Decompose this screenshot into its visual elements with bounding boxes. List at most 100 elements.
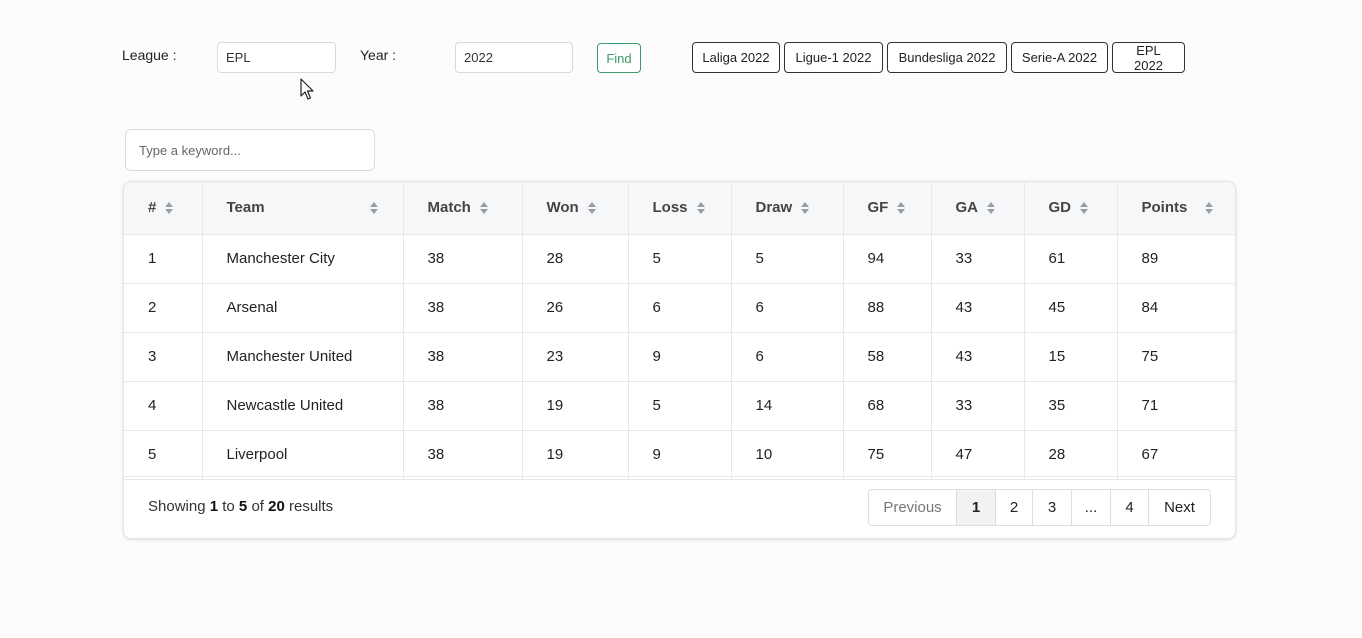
rank-cell: 4 <box>124 381 203 431</box>
column-header-label: Match <box>427 199 471 217</box>
to-word: to <box>222 498 235 515</box>
gf-cell: 68 <box>843 381 932 431</box>
gf-cell: 75 <box>843 430 932 480</box>
rank-cell: 3 <box>124 332 203 382</box>
sort-icon <box>696 201 705 214</box>
table-row[interactable]: 5 Liverpool 38 19 9 10 75 47 28 67 <box>124 430 1235 480</box>
year-input[interactable] <box>455 42 573 73</box>
loss-cell: 5 <box>628 234 732 284</box>
points-cell: 71 <box>1117 381 1235 431</box>
column-header-draw[interactable]: Draw <box>731 182 844 235</box>
sort-icon <box>801 201 810 214</box>
sort-icon <box>369 202 378 214</box>
match-cell: 38 <box>403 381 523 431</box>
table-header-row: # Team Match Won Loss Draw GF GA GD Poin… <box>124 182 1235 235</box>
gd-cell: 15 <box>1024 332 1118 382</box>
draw-cell: 6 <box>731 283 844 333</box>
loss-cell: 6 <box>628 283 732 333</box>
draw-cell: 5 <box>731 234 844 284</box>
column-header-loss[interactable]: Loss <box>628 182 732 235</box>
match-cell: 38 <box>403 430 523 480</box>
ga-cell: 43 <box>931 332 1025 382</box>
results-summary: Showing 1 to 5 of 20 results <box>148 498 333 515</box>
page-1-button[interactable]: 1 <box>957 490 996 525</box>
league-input[interactable] <box>217 42 336 73</box>
find-button[interactable]: Find <box>597 43 641 73</box>
table-row[interactable]: 3 Manchester United 38 23 9 6 58 43 15 7… <box>124 332 1235 382</box>
column-header-won[interactable]: Won <box>522 182 629 235</box>
won-cell: 19 <box>522 381 629 431</box>
results-from: 1 <box>209 498 219 515</box>
won-cell: 19 <box>522 430 629 480</box>
column-header-label: Points <box>1141 199 1188 217</box>
draw-cell: 14 <box>731 381 844 431</box>
gf-cell: 58 <box>843 332 932 382</box>
gd-cell: 61 <box>1024 234 1118 284</box>
team-cell: Manchester United <box>202 332 404 382</box>
year-label: Year : <box>360 47 397 63</box>
team-cell: Arsenal <box>202 283 404 333</box>
won-cell: 23 <box>522 332 629 382</box>
loss-cell: 9 <box>628 430 732 480</box>
results-suffix: results <box>288 498 334 515</box>
page-4-button[interactable]: 4 <box>1111 490 1149 525</box>
sort-icon <box>897 201 906 214</box>
preset-seriea-2022-button[interactable]: Serie-A 2022 <box>1011 42 1108 73</box>
team-cell: Manchester City <box>202 234 404 284</box>
ga-cell: 43 <box>931 283 1025 333</box>
column-header-label: Won <box>546 199 579 217</box>
match-cell: 38 <box>403 234 523 284</box>
points-cell: 67 <box>1117 430 1235 480</box>
preset-epl-2022-button[interactable]: EPL 2022 <box>1112 42 1185 73</box>
standings-table: # Team Match Won Loss Draw GF GA GD Poin… <box>124 182 1235 480</box>
sort-icon <box>165 201 174 214</box>
sort-icon <box>479 201 488 214</box>
results-to: 5 <box>238 498 248 515</box>
page-2-button[interactable]: 2 <box>996 490 1033 525</box>
table-row[interactable]: 4 Newcastle United 38 19 5 14 68 33 35 7… <box>124 381 1235 431</box>
team-cell: Newcastle United <box>202 381 404 431</box>
next-page-button[interactable]: Next <box>1149 490 1210 525</box>
preset-laliga-2022-button[interactable]: Laliga 2022 <box>692 42 780 73</box>
match-cell: 38 <box>403 332 523 382</box>
column-header-gf[interactable]: GF <box>843 182 932 235</box>
column-header-gd[interactable]: GD <box>1024 182 1118 235</box>
page-3-button[interactable]: 3 <box>1033 490 1072 525</box>
keyword-search-input[interactable] <box>125 129 375 171</box>
loss-cell: 5 <box>628 381 732 431</box>
gf-cell: 88 <box>843 283 932 333</box>
preset-ligue1-2022-button[interactable]: Ligue-1 2022 <box>784 42 883 73</box>
column-header-label: # <box>148 199 157 217</box>
sort-icon <box>587 201 596 214</box>
points-cell: 89 <box>1117 234 1235 284</box>
column-header-team[interactable]: Team <box>202 182 404 235</box>
gf-cell: 94 <box>843 234 932 284</box>
table-row[interactable]: 2 Arsenal 38 26 6 6 88 43 45 84 <box>124 283 1235 333</box>
showing-prefix: Showing <box>148 498 206 515</box>
rank-cell: 5 <box>124 430 203 480</box>
preset-bundesliga-2022-button[interactable]: Bundesliga 2022 <box>887 42 1007 73</box>
match-cell: 38 <box>403 283 523 333</box>
mouse-cursor-icon <box>300 78 314 100</box>
column-header-rank[interactable]: # <box>124 182 203 235</box>
sort-icon <box>1080 201 1088 214</box>
column-header-label: Draw <box>755 199 793 217</box>
league-label: League : <box>122 47 177 63</box>
column-header-label: Loss <box>652 199 688 217</box>
column-header-match[interactable]: Match <box>403 182 523 235</box>
won-cell: 26 <box>522 283 629 333</box>
column-header-ga[interactable]: GA <box>931 182 1025 235</box>
league-preset-buttons: Laliga 2022 Ligue-1 2022 Bundesliga 2022… <box>692 42 1185 73</box>
won-cell: 28 <box>522 234 629 284</box>
previous-page-button[interactable]: Previous <box>869 490 957 525</box>
standings-page: League : Year : Find Laliga 2022 Ligue-1… <box>0 0 1362 638</box>
table-row[interactable]: 1 Manchester City 38 28 5 5 94 33 61 89 <box>124 234 1235 284</box>
column-header-points[interactable]: Points <box>1117 182 1235 235</box>
column-header-label: GD <box>1048 199 1072 217</box>
rank-cell: 1 <box>124 234 203 284</box>
page-ellipsis: ... <box>1072 490 1111 525</box>
rank-cell: 2 <box>124 283 203 333</box>
sort-icon <box>987 201 995 214</box>
gd-cell: 45 <box>1024 283 1118 333</box>
team-cell: Liverpool <box>202 430 404 480</box>
